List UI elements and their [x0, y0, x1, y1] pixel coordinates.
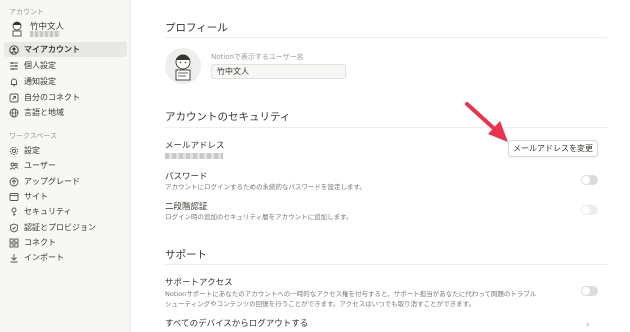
- sidebar-item-security[interactable]: セキュリティ: [4, 204, 127, 219]
- account-section-label: アカウント: [9, 8, 44, 16]
- sidebar-item-label: 言語と地域: [24, 108, 64, 117]
- divider: [165, 127, 607, 128]
- support-access-title: サポートアクセス: [165, 278, 233, 288]
- settings-main: プロフィール Notionで表示するユーザー名 竹中文人 アカウントのセキュリテ…: [131, 0, 630, 332]
- shield-icon: [4, 223, 24, 233]
- sidebar-item-label: 通知設定: [24, 77, 56, 86]
- support-access-description-line1: Notionサポートにあなたのアカウントへの一時的なアクセス権を付与すると、サポ…: [165, 290, 537, 298]
- support-access-toggle[interactable]: [581, 286, 598, 296]
- support-access-description-line2: シューティングやコンテンツの回復を行うことができます。アクセスはいつでも取り消す…: [165, 300, 475, 308]
- sidebar-item-import[interactable]: インポート: [4, 250, 127, 265]
- sidebar-item-label: 認証とプロビジョン: [24, 223, 96, 232]
- sidebar-item-label: サイト: [24, 192, 48, 201]
- sidebar-item-users[interactable]: ユーザー: [4, 158, 127, 173]
- sidebar-item-language-region[interactable]: 言語と地域: [4, 105, 127, 120]
- user-circle-icon: [4, 44, 24, 55]
- security-heading: アカウントのセキュリティ: [165, 111, 291, 123]
- sidebar-user-email-masked: [30, 31, 60, 37]
- email-title: メールアドレス: [165, 141, 225, 151]
- sidebar-item-label: インポート: [24, 253, 64, 262]
- sidebar-item-personal-settings[interactable]: 個人設定: [4, 58, 127, 73]
- avatar-illustration-icon: [165, 48, 201, 84]
- workspace-section-label: ワークスペース: [9, 132, 57, 140]
- change-email-button[interactable]: メールアドレスを変更: [508, 140, 598, 157]
- site-icon: [4, 192, 24, 202]
- chevron-right-icon[interactable]: ›: [586, 320, 590, 330]
- users-icon: [4, 161, 24, 171]
- settings-sidebar: アカウント 竹中文人 マイアカウント 個人設定 通知設定 自分のコネクト 言語と…: [0, 0, 131, 332]
- globe-icon: [4, 108, 24, 118]
- support-heading: サポート: [165, 249, 207, 261]
- sidebar-item-label: 自分のコネクト: [24, 93, 80, 102]
- sliders-icon: [4, 61, 24, 71]
- profile-name-label: Notionで表示するユーザー名: [211, 53, 304, 61]
- sidebar-item-sites[interactable]: サイト: [4, 189, 127, 204]
- divider: [165, 264, 607, 265]
- profile-name-input[interactable]: 竹中文人: [211, 64, 346, 79]
- twofa-toggle[interactable]: [581, 205, 598, 215]
- sidebar-item-notifications[interactable]: 通知設定: [4, 74, 127, 89]
- sidebar-item-label: 設定: [24, 146, 40, 155]
- divider: [165, 37, 607, 38]
- profile-heading: プロフィール: [165, 22, 228, 34]
- sidebar-item-connections[interactable]: コネクト: [4, 235, 127, 250]
- sidebar-item-label: マイアカウント: [24, 45, 80, 54]
- import-icon: [4, 253, 24, 263]
- password-toggle[interactable]: [581, 175, 598, 185]
- twofa-description: ログイン時の追加のセキュリティ層をアカウントに追加します。: [165, 213, 353, 221]
- sidebar-item-upgrade[interactable]: アップグレード: [4, 174, 127, 189]
- connect-icon: [4, 93, 24, 103]
- logout-all-title[interactable]: すべてのデバイスからログアウトする: [165, 317, 308, 329]
- sidebar-item-my-connections[interactable]: 自分のコネクト: [4, 90, 127, 105]
- email-value-masked: [165, 153, 223, 159]
- sidebar-item-label: セキュリティ: [24, 207, 72, 216]
- sidebar-item-my-account[interactable]: マイアカウント: [4, 42, 127, 57]
- password-description: アカウントにログインするための永続的なパスワードを設定します。: [165, 183, 366, 191]
- sidebar-item-auth-provisioning[interactable]: 認証とプロビジョン: [4, 220, 127, 235]
- sidebar-item-label: 個人設定: [24, 61, 56, 70]
- sidebar-item-label: コネクト: [24, 238, 56, 247]
- gear-icon: [4, 146, 24, 156]
- sidebar-user: 竹中文人: [8, 19, 128, 41]
- sidebar-item-label: アップグレード: [24, 177, 80, 186]
- profile-avatar[interactable]: [165, 48, 201, 84]
- bell-icon: [4, 77, 24, 87]
- user-avatar-icon: [12, 21, 22, 37]
- key-icon: [4, 207, 24, 217]
- upgrade-icon: [4, 177, 24, 187]
- sidebar-item-label: ユーザー: [24, 161, 56, 170]
- grid-icon: [4, 238, 24, 248]
- sidebar-item-settings[interactable]: 設定: [4, 143, 127, 158]
